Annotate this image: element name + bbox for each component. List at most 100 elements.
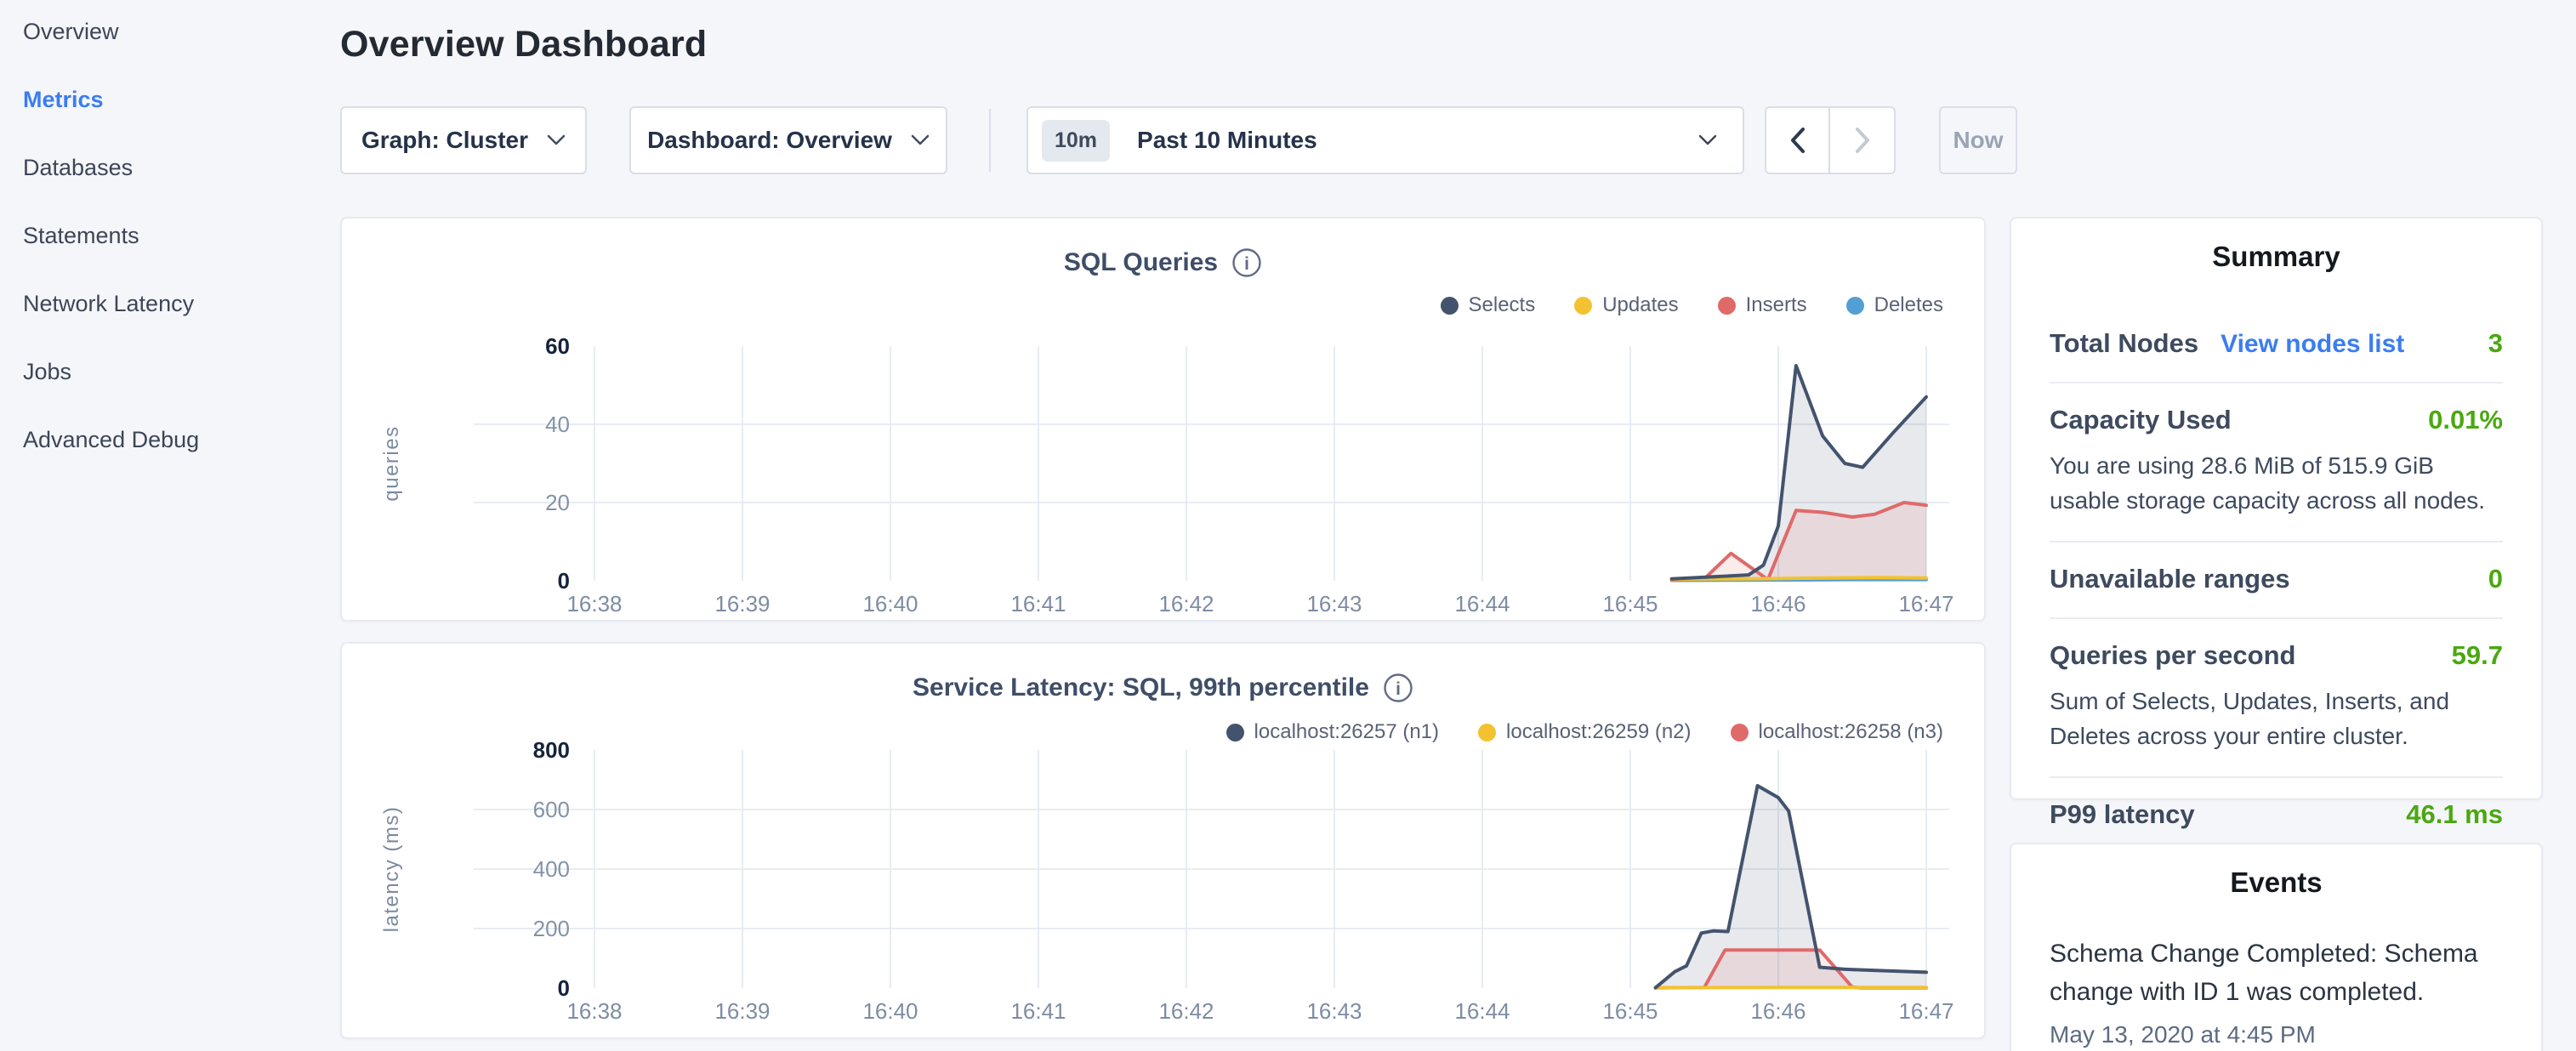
summary-panel: Summary Total Nodes View nodes list 3 Ca… — [2010, 217, 2543, 800]
y-tick-label: 400 — [533, 856, 570, 882]
x-tick-label: 16:41 — [1010, 998, 1066, 1024]
chevron-down-icon — [1698, 134, 1717, 146]
y-tick-label: 600 — [533, 797, 570, 822]
sidebar: Overview Metrics Databases Statements Networ… — [0, 0, 332, 1051]
y-tick-label: 800 — [533, 737, 570, 763]
summary-value: 59.7 — [2452, 640, 2503, 671]
svg-text:i: i — [1396, 679, 1401, 699]
y-tick-label: 0 — [558, 568, 570, 594]
x-tick-label: 16:45 — [1602, 998, 1658, 1024]
legend-dot-icon — [1226, 724, 1244, 741]
page-title: Overview Dashboard — [340, 24, 707, 65]
x-tick-label: 16:38 — [566, 998, 622, 1024]
x-tick-label: 16:44 — [1454, 998, 1510, 1024]
x-tick-label: 16:43 — [1306, 591, 1362, 616]
sql-queries-chart[interactable]: 0 20 40 60 16:38 16:39 16:40 16:41 16:42 16:43 16:… — [342, 219, 1987, 623]
view-nodes-list-link[interactable]: View nodes list — [2221, 330, 2404, 359]
chevron-down-icon — [911, 134, 930, 146]
chart-title: Service Latency: SQL, 99th percentile — [913, 673, 1369, 702]
x-tick-label: 16:47 — [1898, 591, 1953, 616]
sidebar-item-network-latency[interactable]: Network Latency — [23, 292, 194, 315]
sidebar-nav: Overview Metrics Databases Statements Networ… — [0, 0, 332, 452]
x-tick-label: 16:39 — [714, 998, 770, 1024]
next-time-window-button[interactable] — [1830, 108, 1894, 173]
legend: Selects Updates Inserts Deletes — [1441, 293, 1944, 317]
summary-value: 46.1 ms — [2406, 799, 2503, 830]
x-tick-label: 16:40 — [862, 591, 918, 616]
x-tick-label: 16:46 — [1750, 998, 1805, 1024]
legend-item: Deletes — [1846, 293, 1943, 317]
overview-dashboard-page: { "sidebar": { "items": [ { "label": "Ov… — [0, 0, 2576, 1051]
legend-item: localhost:26257 (n1) — [1226, 720, 1439, 744]
x-tick-label: 16:42 — [1158, 591, 1214, 616]
dashboard-selector-dropdown[interactable]: Dashboard: Overview — [629, 106, 947, 174]
chevron-right-icon — [1854, 127, 1871, 154]
legend-dot-icon — [1478, 724, 1496, 741]
summary-rows: Total Nodes View nodes list 3 Capacity U… — [2050, 307, 2503, 853]
legend-dot-icon — [1441, 297, 1459, 315]
event-item[interactable]: Schema Change Completed: Schema change w… — [2050, 935, 2503, 1048]
time-window-pager — [1765, 106, 1896, 174]
x-tick-label: 16:45 — [1602, 591, 1658, 616]
sidebar-item-databases[interactable]: Databases — [23, 156, 133, 179]
legend-item: localhost:26259 (n2) — [1478, 720, 1691, 744]
chevron-down-icon — [547, 134, 566, 146]
previous-time-window-button[interactable] — [1766, 108, 1830, 173]
event-timestamp: May 13, 2020 at 4:45 PM — [2050, 1021, 2503, 1048]
time-range-label: Past 10 Minutes — [1137, 127, 1317, 154]
time-range-dropdown[interactable]: 10m Past 10 Minutes — [1026, 106, 1744, 174]
legend-dot-icon — [1718, 297, 1736, 315]
y-axis-title: latency (ms) — [380, 806, 403, 933]
legend-dot-icon — [1731, 724, 1749, 741]
summary-row: Queries per second 59.7 Sum of Selects, … — [2050, 619, 2503, 778]
y-tick-label: 20 — [545, 490, 570, 515]
summary-row: Unavailable ranges 0 — [2050, 543, 2503, 619]
legend: localhost:26257 (n1) localhost:26259 (n2… — [1226, 720, 1943, 744]
x-tick-label: 16:41 — [1010, 591, 1066, 616]
legend-item: Selects — [1441, 293, 1536, 317]
x-tick-label: 16:47 — [1898, 998, 1953, 1024]
sidebar-item-overview[interactable]: Overview — [23, 20, 119, 43]
svg-text:i: i — [1244, 254, 1249, 274]
sql-queries-card: SQL Queries i Selects Updates Inserts De… — [340, 217, 1986, 622]
summary-title: Summary — [2050, 241, 2503, 273]
graph-selector-dropdown[interactable]: Graph: Cluster — [340, 106, 587, 174]
y-tick-label: 200 — [533, 916, 570, 941]
sidebar-item-advanced-debug[interactable]: Advanced Debug — [23, 428, 199, 452]
x-tick-label: 16:46 — [1750, 591, 1805, 616]
summary-value: 0 — [2488, 564, 2503, 594]
x-tick-label: 16:43 — [1306, 998, 1362, 1024]
sidebar-item-jobs[interactable]: Jobs — [23, 360, 71, 383]
dashboard-selector-label: Dashboard: Overview — [647, 127, 892, 154]
summary-row: Capacity Used 0.01% You are using 28.6 M… — [2050, 383, 2503, 543]
service-latency-card: Service Latency: SQL, 99th percentile i … — [340, 642, 1986, 1039]
events-panel: Events Schema Change Completed: Schema c… — [2010, 843, 2543, 1051]
y-tick-label: 0 — [558, 975, 570, 1001]
y-tick-label: 40 — [545, 412, 570, 437]
y-tick-label: 60 — [545, 333, 570, 359]
now-button[interactable]: Now — [1939, 106, 2017, 174]
legend-item: localhost:26258 (n3) — [1731, 720, 1943, 744]
time-range-badge: 10m — [1042, 120, 1110, 162]
sidebar-item-statements[interactable]: Statements — [23, 224, 139, 247]
info-icon[interactable]: i — [1231, 247, 1262, 278]
summary-value: 3 — [2488, 328, 2503, 359]
graph-selector-label: Graph: Cluster — [361, 127, 528, 154]
x-tick-label: 16:38 — [566, 591, 622, 616]
events-title: Events — [2050, 866, 2503, 899]
chevron-left-icon — [1789, 127, 1806, 154]
y-axis-title: queries — [380, 425, 403, 501]
x-tick-label: 16:39 — [714, 591, 770, 616]
legend-item: Updates — [1574, 293, 1678, 317]
events-list: Schema Change Completed: Schema change w… — [2050, 935, 2503, 1048]
legend-item: Inserts — [1718, 293, 1807, 317]
controls-divider — [989, 109, 991, 172]
chart-title: SQL Queries — [1064, 248, 1218, 277]
inserts-area — [1672, 503, 1926, 581]
summary-row: Total Nodes View nodes list 3 — [2050, 307, 2503, 383]
sidebar-item-metrics[interactable]: Metrics — [23, 88, 104, 111]
service-latency-chart[interactable]: 020040060080016:3816:3916:4016:4116:4216… — [342, 644, 1987, 1041]
x-tick-label: 16:40 — [862, 998, 918, 1024]
info-icon[interactable]: i — [1383, 673, 1413, 703]
legend-dot-icon — [1846, 297, 1864, 315]
